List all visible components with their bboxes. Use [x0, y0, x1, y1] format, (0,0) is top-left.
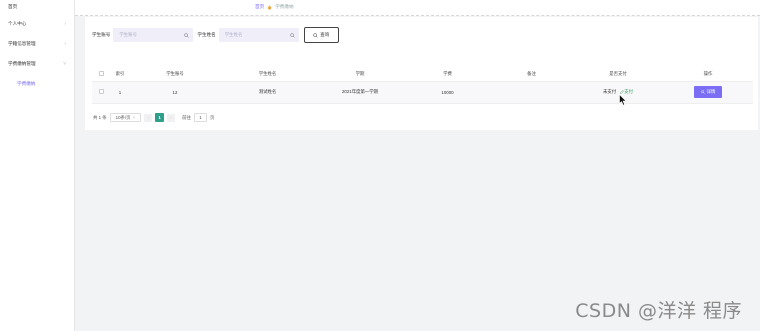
table-header-row: 索引 学生账号 学生姓名 学期 学费 备注 是否支付 操作: [92, 67, 753, 82]
cell-fee: 10000: [405, 81, 490, 104]
query-button-label: 查询: [320, 32, 330, 37]
cell-student-name: 测试姓名: [220, 81, 315, 104]
student-no-placeholder: 学生账号: [119, 32, 137, 37]
cell-pay-status: 未支付 支付: [573, 81, 663, 104]
select-all-checkbox[interactable]: [98, 70, 104, 76]
chevron-right-icon: ›: [64, 21, 66, 27]
search-icon: [290, 32, 295, 38]
goto-page-input[interactable]: 1: [193, 113, 207, 122]
page-number-current[interactable]: 1: [155, 113, 165, 122]
chevron-right-icon: ›: [64, 41, 66, 47]
col-index: 索引: [110, 67, 130, 82]
student-no-input[interactable]: 学生账号: [113, 28, 194, 42]
row-checkbox[interactable]: [98, 89, 104, 94]
col-student-name: 学生姓名: [220, 67, 315, 82]
content-card: 学生账号 学生账号 学生姓名 学生姓名 查询 索引 学生账号 学生姓名 学期 学…: [85, 17, 758, 130]
mouse-cursor-icon: [619, 94, 627, 106]
student-no-label: 学生账号: [92, 32, 111, 37]
breadcrumb-current: 学费缴纳: [275, 4, 294, 9]
query-button[interactable]: 查询: [303, 27, 339, 43]
breadcrumb: 首页 学费缴纳: [255, 4, 294, 10]
sidebar-item-fee-management[interactable]: 学费缴纳管理 ˅: [0, 54, 74, 74]
row-select-cell: [92, 81, 110, 104]
search-form: 学生账号 学生账号 学生姓名 学生姓名 查询: [92, 27, 339, 43]
breadcrumb-home[interactable]: 首页: [255, 4, 264, 10]
cell-index: 1: [110, 81, 130, 104]
sidebar: 首页 个人中心 › 学籍信息管理 › 学费缴纳管理 ˅ 学费缴纳: [0, 0, 75, 331]
pay-status-text: 未支付: [603, 89, 617, 94]
sidebar-item-student-info[interactable]: 学籍信息管理 ›: [0, 34, 74, 54]
watermark: CSDN @洋洋 程序: [575, 300, 742, 322]
detail-button-label: 详情: [706, 89, 716, 94]
sidebar-item-home[interactable]: 首页: [0, 0, 74, 14]
col-fee: 学费: [405, 67, 490, 82]
select-all-cell: [92, 67, 110, 82]
cell-action: 详情: [663, 81, 753, 104]
col-pay-status: 是否支付: [573, 67, 663, 82]
goto-suffix: 页: [209, 114, 215, 120]
chevron-left-icon: ‹: [147, 115, 149, 120]
prev-page-button[interactable]: ‹: [144, 113, 153, 122]
search-icon: [184, 32, 190, 38]
detail-button[interactable]: 详情: [694, 86, 722, 98]
goto-prefix: 前往: [182, 114, 191, 120]
col-student-no: 学生账号: [130, 67, 220, 82]
page-size-value: 10条/页: [115, 114, 131, 120]
breadcrumb-bar: 首页 学费缴纳: [75, 0, 760, 16]
student-name-input[interactable]: 学生姓名: [218, 28, 299, 42]
pagination: 共 1 条 10条/页 ˅ ‹ 1 › 前往 1 页: [93, 113, 214, 122]
table-row: 1 12 测试姓名 2021年度第一学期 10000 未支付 支付 详情: [92, 81, 753, 104]
sidebar-item-fee-payment[interactable]: 学费缴纳: [0, 74, 74, 94]
cell-semester: 2021年度第一学期: [315, 81, 405, 104]
cell-remark: [490, 81, 573, 104]
page-size-select[interactable]: 10条/页 ˅: [109, 113, 142, 122]
student-name-label: 学生姓名: [197, 32, 216, 37]
col-remark: 备注: [490, 67, 573, 82]
cell-student-no: 12: [130, 81, 220, 104]
next-page-button[interactable]: ›: [167, 113, 176, 122]
chevron-down-icon: ˅: [63, 61, 66, 67]
sidebar-item-label: 学费缴纳: [17, 81, 36, 86]
search-icon: [700, 90, 705, 94]
col-semester: 学期: [315, 67, 405, 82]
flame-icon: [268, 4, 272, 10]
fee-table: 索引 学生账号 学生姓名 学期 学费 备注 是否支付 操作 1 12 测试姓名 …: [92, 67, 753, 104]
chevron-down-icon: ˅: [132, 115, 136, 120]
sidebar-item-label: 首页: [8, 4, 18, 9]
col-action: 操作: [663, 67, 753, 82]
sidebar-item-personal-center[interactable]: 个人中心 ›: [0, 14, 74, 34]
student-name-placeholder: 学生姓名: [224, 32, 243, 37]
sidebar-item-label: 学籍信息管理: [8, 41, 36, 46]
pagination-total: 共 1 条: [93, 114, 107, 120]
chevron-right-icon: ›: [170, 115, 172, 120]
search-icon: [313, 32, 318, 38]
sidebar-item-label: 个人中心: [8, 21, 27, 26]
sidebar-item-label: 学费缴纳管理: [8, 61, 36, 66]
